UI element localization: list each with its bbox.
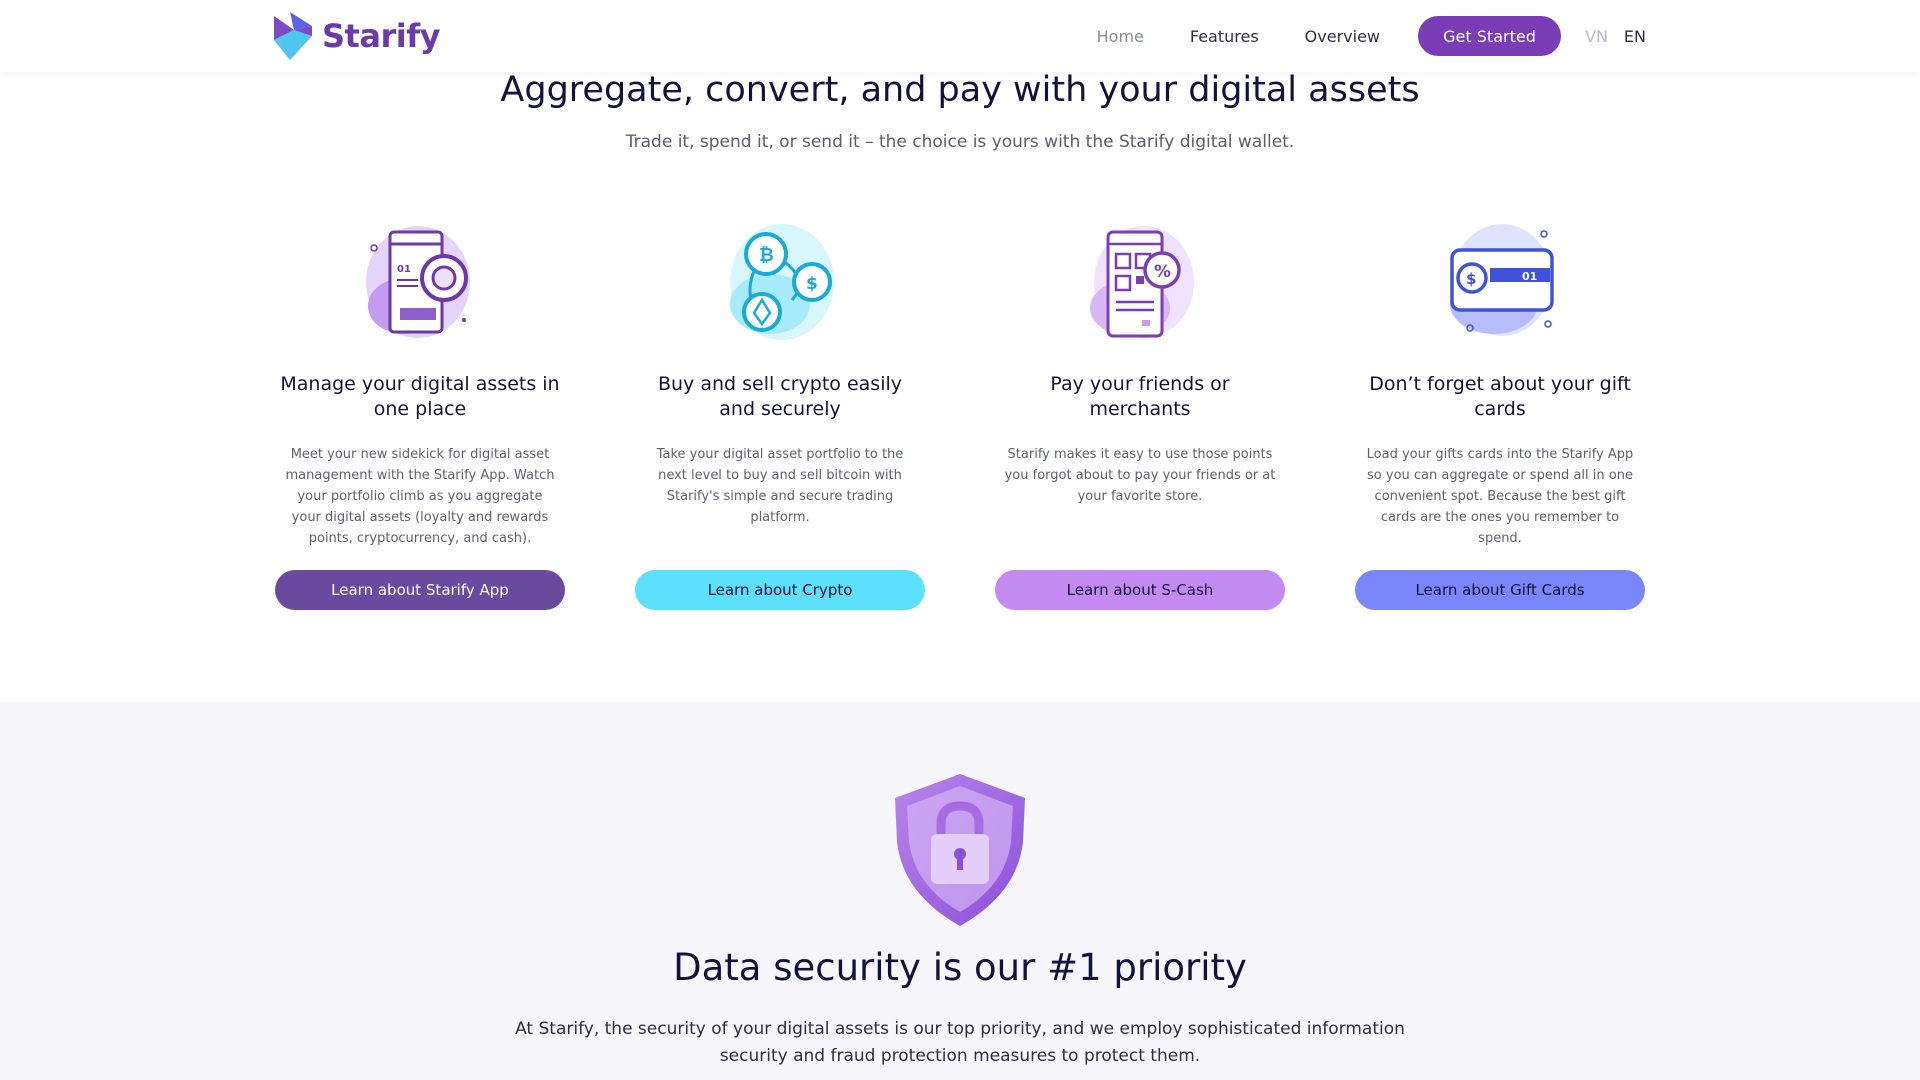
phone-chart-icon: 01 — [360, 220, 480, 350]
feature-description: Take your digital asset portfolio to the… — [656, 447, 904, 525]
security-title: Data security is our #1 priority — [673, 946, 1247, 989]
feature-title: Manage your digital assets in one place — [280, 373, 560, 420]
feature-description: Load your gifts cards into the Starify A… — [1366, 447, 1634, 546]
hero-title: Aggregate, convert, and pay with your di… — [500, 70, 1420, 110]
shield-lock-icon — [891, 772, 1029, 928]
security-section: Data security is our #1 priority At Star… — [0, 702, 1920, 1080]
main-nav: Home Features Overview Get Started VN EN — [1051, 16, 1646, 56]
site-header: Starify Home Features Overview Get Start… — [0, 0, 1920, 72]
feature-card: 01 $ Don’t forget about your gift cards … — [1350, 220, 1650, 549]
svg-text:$: $ — [1466, 270, 1476, 288]
feature-title: Don’t forget about your gift cards — [1369, 373, 1631, 420]
svg-text:01: 01 — [1522, 270, 1537, 283]
learn-s-cash-button[interactable]: Learn about S-Cash — [995, 570, 1285, 610]
feature-description: Meet your new sidekick for digital asset… — [285, 447, 555, 546]
hero-subtitle: Trade it, spend it, or send it – the cho… — [625, 132, 1295, 152]
crypto-coins-icon: ₿ $ — [720, 220, 840, 350]
feature-card: 01 Manage your digital assets in one pla… — [270, 220, 570, 549]
lang-vn[interactable]: VN — [1585, 27, 1608, 46]
nav-overview[interactable]: Overview — [1305, 27, 1380, 46]
gift-card-icon: 01 $ — [1440, 220, 1560, 350]
svg-text:01: 01 — [397, 264, 411, 275]
lang-en[interactable]: EN — [1624, 27, 1646, 46]
svg-text:₿: ₿ — [759, 245, 774, 266]
get-started-button[interactable]: Get Started — [1418, 16, 1561, 56]
feature-title: Buy and sell crypto easily and securely — [657, 373, 903, 420]
starify-logo-icon — [274, 12, 312, 60]
learn-crypto-button[interactable]: Learn about Crypto — [635, 570, 925, 610]
security-text: At Starify, the security of your digital… — [515, 1019, 1405, 1066]
logo[interactable]: Starify — [272, 12, 440, 60]
nav-features[interactable]: Features — [1190, 27, 1259, 46]
brand-name: Starify — [322, 17, 440, 55]
learn-gift-cards-button[interactable]: Learn about Gift Cards — [1355, 570, 1645, 610]
learn-starify-app-button[interactable]: Learn about Starify App — [275, 570, 565, 610]
qr-phone-icon: % — [1080, 220, 1200, 350]
nav-home[interactable]: Home — [1097, 27, 1144, 46]
feature-description: Starify makes it easy to use those point… — [1004, 447, 1276, 504]
feature-card: ₿ $ Buy and sell crypto easily and secur… — [630, 220, 930, 528]
feature-title: Pay your friends or merchants — [1050, 373, 1230, 420]
features-section: 01 Manage your digital assets in one pla… — [0, 220, 1920, 620]
svg-text:%: % — [1154, 262, 1171, 282]
svg-text:$: $ — [806, 274, 818, 294]
feature-card: % Pay your friends or merchants Starify … — [990, 220, 1290, 507]
